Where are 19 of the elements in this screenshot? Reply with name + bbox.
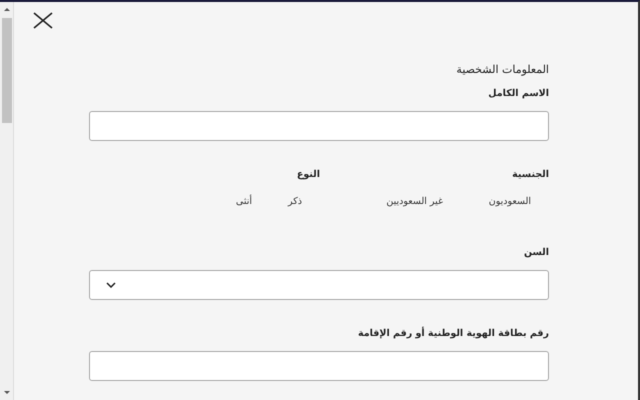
field-label: الجنسية xyxy=(511,169,549,180)
scroll-up-arrow-icon[interactable] xyxy=(2,6,12,12)
input-field[interactable] xyxy=(89,351,549,381)
section-title: المعلومات الشخصية xyxy=(455,63,549,76)
close-icon[interactable] xyxy=(33,12,53,29)
radio-option[interactable]: السعوديون xyxy=(461,196,531,207)
radio-option[interactable]: ذكر xyxy=(270,196,302,207)
input-field[interactable] xyxy=(89,111,549,141)
dropdown-field[interactable] xyxy=(89,270,549,300)
scrollbar[interactable] xyxy=(0,2,14,400)
scrollbar-thumb[interactable] xyxy=(2,18,12,123)
chevron-down-icon xyxy=(106,282,116,288)
scroll-down-arrow-icon[interactable] xyxy=(2,390,12,396)
field-label: السن xyxy=(522,247,549,258)
field-label: الاسم الكامل xyxy=(487,88,549,99)
radio-option[interactable]: غير السعوديين xyxy=(373,196,443,207)
field-label: رقم بطاقة الهوية الوطنية أو رقم الإقامة xyxy=(356,328,549,339)
radio-option[interactable]: أنثى xyxy=(220,196,252,207)
field-label: النوع xyxy=(296,169,320,180)
